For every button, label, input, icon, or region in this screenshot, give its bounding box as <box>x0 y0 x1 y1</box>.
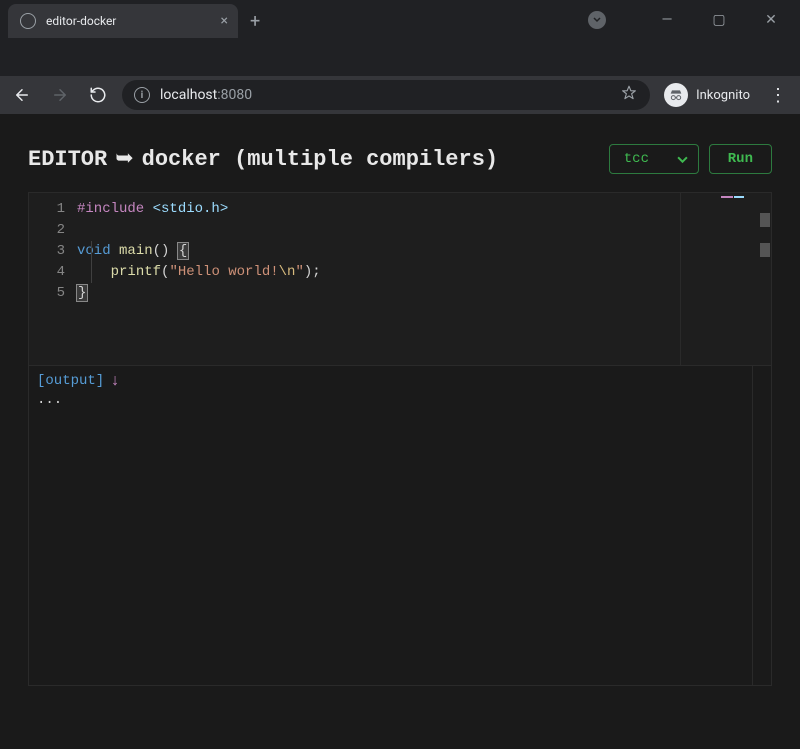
indent-guide <box>91 241 92 283</box>
output-ruler <box>752 366 753 685</box>
editor-controls: tcc Run <box>609 144 772 174</box>
forward-button[interactable] <box>46 81 74 109</box>
run-button[interactable]: Run <box>709 144 772 174</box>
url-text: localhost:8080 <box>160 87 610 103</box>
page-content: EDITOR ➥ docker (multiple compilers) tcc… <box>0 114 800 749</box>
code-line-4: printf("Hello world!\n"); <box>77 262 701 283</box>
tab-search-icon[interactable] <box>588 11 606 29</box>
minimize-button[interactable]: — <box>652 12 682 28</box>
output-panel: [output] ↓ ... <box>28 366 772 686</box>
reload-button[interactable] <box>84 81 112 109</box>
bookmark-star-icon[interactable] <box>620 84 638 106</box>
chevron-down-icon <box>677 154 688 165</box>
close-window-button[interactable]: ✕ <box>756 12 786 28</box>
arrow-down-icon: ↓ <box>110 372 120 390</box>
compiler-selected-value: tcc <box>624 151 649 167</box>
back-button[interactable] <box>8 81 36 109</box>
compiler-select[interactable]: tcc <box>609 144 699 174</box>
incognito-icon <box>664 83 688 107</box>
close-tab-icon[interactable]: × <box>221 13 228 29</box>
arrow-icon: ➥ <box>115 146 133 172</box>
page-header: EDITOR ➥ docker (multiple compilers) tcc… <box>28 144 772 174</box>
address-bar[interactable]: i localhost:8080 <box>122 80 650 110</box>
scrollbar-thumb-2[interactable] <box>760 243 770 257</box>
tab-favicon-icon <box>20 13 36 29</box>
tab-title: editor-docker <box>46 14 211 28</box>
browser-menu-button[interactable]: ⋮ <box>764 85 792 106</box>
code-line-1: #include <stdio.h> <box>77 199 701 220</box>
window-controls: — ▢ ✕ <box>652 12 786 28</box>
code-editor[interactable]: 1 2 3 4 5 #include <stdio.h> void main()… <box>28 192 772 366</box>
code-line-3: void main() { <box>77 241 701 262</box>
site-info-icon[interactable]: i <box>134 87 150 103</box>
code-area[interactable]: #include <stdio.h> void main() { printf(… <box>77 193 701 365</box>
profile-badge[interactable]: Inkognito <box>660 83 754 107</box>
code-line-2 <box>77 220 701 241</box>
output-body: ... <box>37 392 763 408</box>
profile-label: Inkognito <box>696 88 750 103</box>
new-tab-button[interactable]: + <box>250 11 260 32</box>
output-label: [output] <box>37 373 104 389</box>
scrollbar-thumb[interactable] <box>760 213 770 227</box>
browser-tab[interactable]: editor-docker × <box>8 4 238 38</box>
maximize-button[interactable]: ▢ <box>704 12 734 28</box>
browser-toolbar: i localhost:8080 Inkognito ⋮ <box>0 76 800 114</box>
tab-strip: editor-docker × + <box>0 2 260 38</box>
output-header: [output] ↓ <box>37 372 763 390</box>
code-line-5: } <box>77 283 701 304</box>
editor-ruler <box>680 193 681 365</box>
page-title: EDITOR ➥ docker (multiple compilers) <box>28 146 498 172</box>
line-gutter: 1 2 3 4 5 <box>29 193 77 365</box>
